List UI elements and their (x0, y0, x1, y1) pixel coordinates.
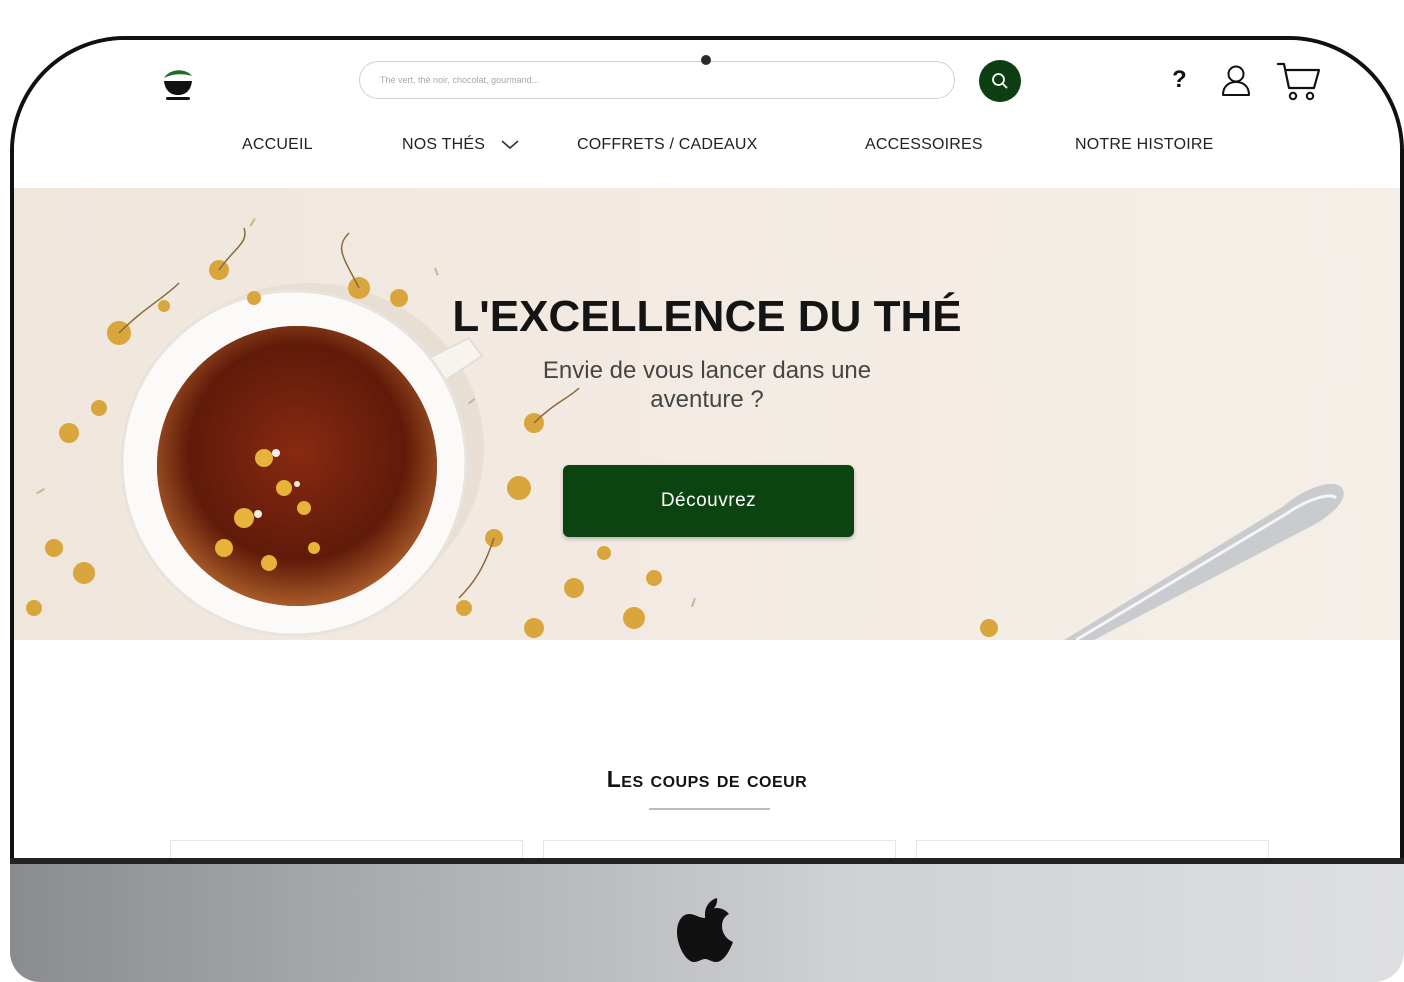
search-button[interactable] (979, 60, 1021, 102)
hero-banner: L'EXCELLENCE DU THÉ Envie de vous lancer… (14, 188, 1400, 640)
nav-item-label: NOS THÉS (402, 136, 486, 153)
teacup-leaf-icon[interactable] (158, 64, 198, 104)
hero-title: L'EXCELLENCE DU THÉ (452, 292, 962, 341)
section-title: Les coups de coeur (606, 766, 808, 792)
user-icon[interactable] (1220, 64, 1252, 98)
section-title-underline (649, 808, 770, 810)
search-icon (992, 73, 1008, 89)
discover-button[interactable]: Découvrez (563, 465, 854, 537)
help-button[interactable]: ? (1172, 66, 1187, 94)
chevron-down-icon (501, 140, 519, 149)
nav-item-notre-histoire[interactable]: NOTRE HISTOIRE (1075, 136, 1214, 154)
search-bar (359, 61, 955, 99)
nav-item-accueil[interactable]: ACCUEIL (242, 136, 313, 154)
hero-subtitle: Envie de vous lancer dans une aventure ? (542, 357, 872, 413)
cart-icon[interactable] (1276, 60, 1322, 104)
browser-viewport: ? ACCUEIL NOS THÉS COFFRETS / CADEAUX AC… (10, 36, 1404, 868)
search-input[interactable] (360, 62, 954, 98)
device-camera (701, 55, 711, 65)
hero-tea-image (26, 217, 1344, 640)
nav-item-nos-thes[interactable]: NOS THÉS (402, 136, 520, 154)
nav-item-coffrets[interactable]: COFFRETS / CADEAUX (577, 136, 758, 154)
apple-logo-icon (677, 898, 733, 962)
main-nav: ACCUEIL NOS THÉS COFFRETS / CADEAUX ACCE… (14, 136, 1400, 166)
nav-item-accessoires[interactable]: ACCESSOIRES (865, 136, 983, 154)
device-chin-edge (10, 858, 1404, 864)
